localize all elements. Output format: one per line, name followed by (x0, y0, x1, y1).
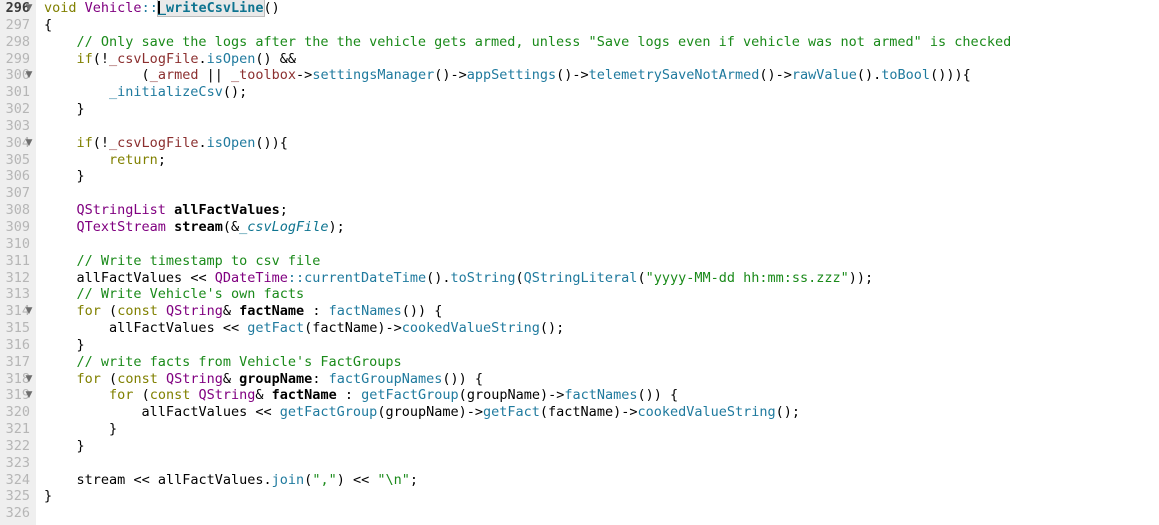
line-number: 312 (5, 269, 30, 286)
line-source: } (109, 421, 118, 438)
code-line[interactable]: 303 (0, 118, 1159, 135)
code-line[interactable]: 317 // write facts from Vehicle's FactGr… (0, 354, 1159, 371)
line-number: 310 (5, 235, 30, 252)
line-source: QTextStream stream(&_csvLogFile); (76, 218, 345, 235)
code-line[interactable]: 321 } (0, 421, 1159, 438)
line-number: 315 (5, 320, 30, 337)
line-number: 317 (5, 353, 30, 370)
line-source: { (44, 16, 53, 33)
line-number: 311 (5, 252, 30, 269)
code-line[interactable]: 306 } (0, 168, 1159, 185)
code-line[interactable]: 302 } (0, 101, 1159, 118)
line-source: for (const QString& factName : factNames… (76, 303, 443, 320)
line-source: QStringList allFactValues; (76, 202, 288, 219)
code-area[interactable]: 296 ▼ void Vehicle::_writeCsvLine() 297 … (0, 0, 1159, 525)
code-line[interactable]: 320 allFactValues << getFactGroup(groupN… (0, 404, 1159, 421)
line-source: } (44, 488, 53, 505)
code-line[interactable]: 319 ▼ for (const QString& factName : get… (0, 387, 1159, 404)
code-line[interactable]: 299 if(!_csvLogFile.isOpen() && (0, 51, 1159, 68)
line-number: 320 (5, 404, 30, 421)
code-line[interactable]: 310 (0, 236, 1159, 253)
code-line[interactable]: 325 } (0, 488, 1159, 505)
line-source: } (76, 437, 85, 454)
fold-arrow-icon[interactable]: ▼ (22, 0, 36, 17)
line-source: stream << allFactValues.join(",") << "\n… (76, 471, 419, 488)
line-number: 306 (5, 168, 30, 185)
line-source: } (76, 101, 85, 118)
line-source: // Only save the logs after the the vehi… (76, 33, 1012, 50)
code-line[interactable]: 301 _initializeCsv(); (0, 84, 1159, 101)
line-source: // Write Vehicle's own facts (76, 286, 305, 303)
line-source: allFactValues << getFactGroup(groupName)… (141, 404, 801, 421)
line-number: 299 (5, 50, 30, 67)
line-source: if(!_csvLogFile.isOpen() && (76, 50, 297, 67)
code-line[interactable]: 315 allFactValues << getFact(factName)->… (0, 320, 1159, 337)
line-source: allFactValues << QDateTime::currentDateT… (76, 269, 874, 286)
line-number: 307 (5, 185, 30, 202)
line-number: 324 (5, 471, 30, 488)
line-number: 303 (5, 117, 30, 134)
fold-arrow-icon[interactable]: ▼ (22, 387, 36, 404)
line-number: 298 (5, 33, 30, 50)
line-number: 316 (5, 336, 30, 353)
line-source: // write facts from Vehicle's FactGroups (76, 353, 402, 370)
line-number: 323 (5, 454, 30, 471)
code-line[interactable]: 324 stream << allFactValues.join(",") <<… (0, 472, 1159, 489)
code-line[interactable]: 309 QTextStream stream(&_csvLogFile); (0, 219, 1159, 236)
line-number: 313 (5, 286, 30, 303)
line-number: 308 (5, 202, 30, 219)
code-line[interactable]: 314 ▼ for (const QString& factName : fac… (0, 303, 1159, 320)
code-line[interactable]: 312 allFactValues << QDateTime::currentD… (0, 270, 1159, 287)
line-number: 309 (5, 218, 30, 235)
code-line[interactable]: 313 // Write Vehicle's own facts (0, 286, 1159, 303)
code-line[interactable]: 307 (0, 185, 1159, 202)
code-line[interactable]: 323 (0, 455, 1159, 472)
line-source: // Write timestamp to csv file (76, 252, 321, 269)
line-number: 305 (5, 151, 30, 168)
line-source: void Vehicle::_writeCsvLine() (44, 0, 280, 17)
line-source: } (76, 336, 85, 353)
line-number: 301 (5, 84, 30, 101)
code-line[interactable]: 316 } (0, 337, 1159, 354)
code-line[interactable]: 296 ▼ void Vehicle::_writeCsvLine() (0, 0, 1159, 17)
line-source: } (76, 168, 85, 185)
code-line[interactable]: 304 ▼ if(!_csvLogFile.isOpen()){ (0, 135, 1159, 152)
code-editor[interactable]: 296 ▼ void Vehicle::_writeCsvLine() 297 … (0, 0, 1159, 525)
line-number: 297 (5, 16, 30, 33)
line-number: 321 (5, 421, 30, 438)
line-number: 325 (5, 488, 30, 505)
line-source: for (const QString& factName : getFactGr… (109, 387, 679, 404)
line-number: 322 (5, 437, 30, 454)
code-line[interactable]: 322 } (0, 438, 1159, 455)
line-number: 326 (5, 505, 30, 522)
line-source: allFactValues << getFact(factName)->cook… (109, 320, 565, 337)
code-line[interactable]: 300 ▼ (_armed || _toolbox->settingsManag… (0, 67, 1159, 84)
code-line[interactable]: 305 return; (0, 152, 1159, 169)
fold-arrow-icon[interactable]: ▼ (22, 135, 36, 152)
code-line[interactable]: 318 ▼ for (const QString& groupName: fac… (0, 371, 1159, 388)
line-source: if(!_csvLogFile.isOpen()){ (76, 134, 288, 151)
code-line[interactable]: 298 // Only save the logs after the the … (0, 34, 1159, 51)
code-line[interactable]: 297 { (0, 17, 1159, 34)
line-source: (_armed || _toolbox->settingsManager()->… (141, 67, 971, 84)
code-line[interactable]: 326 (0, 505, 1159, 522)
line-source: for (const QString& groupName: factGroup… (76, 370, 484, 387)
line-source: _initializeCsv(); (109, 84, 248, 101)
fold-arrow-icon[interactable]: ▼ (22, 371, 36, 388)
fold-arrow-icon[interactable]: ▼ (22, 303, 36, 320)
code-line[interactable]: 311 // Write timestamp to csv file (0, 253, 1159, 270)
line-number: 302 (5, 101, 30, 118)
line-source: return; (109, 151, 166, 168)
code-line[interactable]: 308 QStringList allFactValues; (0, 202, 1159, 219)
fold-arrow-icon[interactable]: ▼ (22, 67, 36, 84)
